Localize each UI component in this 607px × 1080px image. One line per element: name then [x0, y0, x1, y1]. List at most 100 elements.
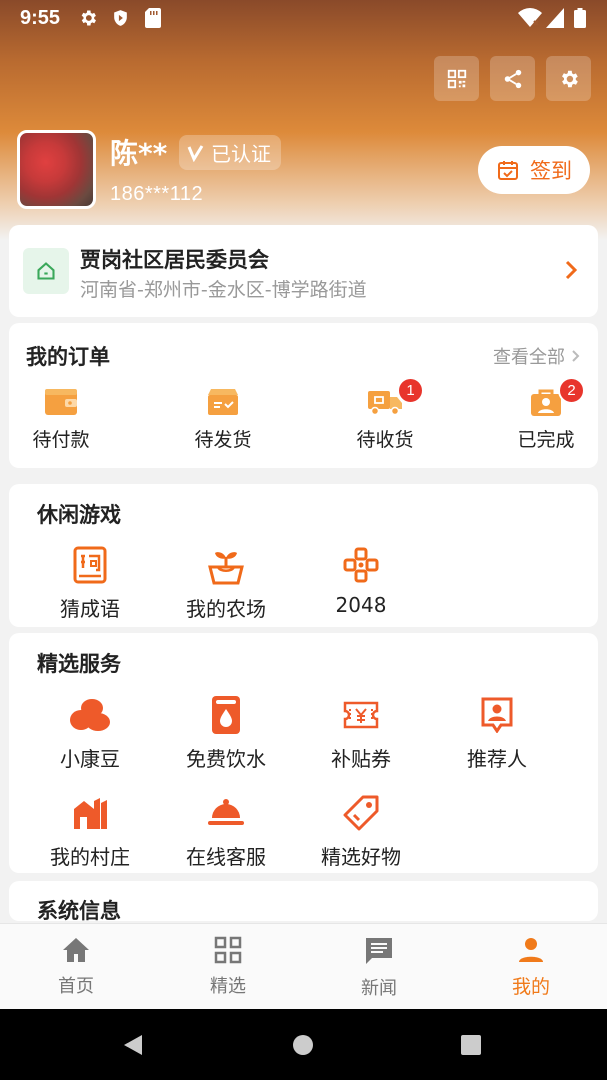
checkin-button[interactable]: 签到	[478, 146, 590, 194]
order-badge: 2	[558, 377, 585, 404]
water-dispenser-icon	[166, 695, 286, 735]
community-name: 贾岗社区居民委员会	[80, 248, 269, 272]
order-label: 待付款	[32, 429, 90, 451]
tab-label: 首页	[58, 976, 94, 997]
tag-icon	[301, 793, 421, 833]
coupon-icon	[301, 695, 421, 735]
service-online-support[interactable]: 在线客服	[166, 793, 286, 870]
view-all-label: 查看全部	[493, 347, 565, 368]
orders-title: 我的订单	[26, 345, 110, 369]
order-pending-payment[interactable]: 待付款	[1, 385, 121, 452]
idiom-book-icon	[30, 545, 150, 585]
back-icon[interactable]	[122, 1033, 146, 1057]
bottom-tab-bar: 首页 精选 新闻 我的	[0, 923, 607, 1009]
wifi-icon	[518, 8, 542, 33]
gamepad-icon	[301, 545, 421, 585]
home-nav-icon[interactable]	[292, 1034, 314, 1056]
community-address: 河南省-郑州市-金水区-博学路街道	[80, 279, 367, 301]
service-village[interactable]: 我的村庄	[30, 793, 150, 870]
service-free-water[interactable]: 免费饮水	[166, 695, 286, 772]
referrer-icon	[437, 695, 557, 735]
village-icon	[30, 793, 150, 833]
beans-icon	[30, 695, 150, 735]
order-label: 已完成	[517, 429, 575, 451]
status-bar: 9:55	[0, 0, 607, 36]
view-all-orders-link[interactable]: 查看全部	[493, 343, 580, 369]
share-icon	[504, 69, 521, 88]
farm-sprout-icon	[166, 545, 286, 585]
service-label: 推荐人	[467, 747, 527, 771]
header-actions	[434, 56, 591, 101]
service-label: 精选好物	[321, 845, 401, 869]
tab-label: 新闻	[361, 978, 397, 999]
service-referrer[interactable]: 推荐人	[437, 695, 557, 772]
game-idiom[interactable]: 猜成语	[30, 545, 150, 622]
shield-status-icon	[111, 8, 130, 33]
signal-icon	[546, 8, 564, 33]
qrcode-icon	[447, 69, 466, 88]
news-icon	[366, 938, 392, 964]
game-farm[interactable]: 我的农场	[166, 545, 286, 622]
tab-label: 我的	[511, 976, 550, 998]
order-badge: 1	[397, 377, 424, 404]
qrcode-button[interactable]	[434, 56, 479, 101]
game-label: 2048	[335, 593, 387, 617]
service-selected-goods[interactable]: 精选好物	[301, 793, 421, 870]
verified-label: 已认证	[211, 142, 271, 166]
community-card[interactable]: 贾岗社区居民委员会 河南省-郑州市-金水区-博学路街道	[9, 225, 598, 317]
share-button[interactable]	[490, 56, 535, 101]
order-pending-receipt[interactable]: 1 待收货	[325, 377, 445, 452]
service-label: 我的村庄	[50, 845, 130, 869]
sdcard-status-icon	[145, 8, 161, 33]
order-label: 待收货	[356, 429, 414, 451]
tab-selected[interactable]: 精选	[168, 936, 288, 998]
service-label: 补贴券	[331, 747, 391, 771]
status-time: 9:55	[20, 7, 61, 29]
service-coupon[interactable]: 补贴券	[301, 695, 421, 772]
services-card: 精选服务 小康豆 免费饮水 补贴券 推荐人 我的村庄 在线客服 精选好物	[9, 633, 598, 873]
chevron-right-icon	[564, 259, 578, 285]
system-info-title: 系统信息	[37, 899, 121, 921]
order-pending-shipment[interactable]: 待发货	[163, 385, 283, 452]
recents-icon[interactable]	[460, 1034, 482, 1056]
games-card: 休闲游戏 猜成语 我的农场 2048	[9, 484, 598, 627]
truck-icon: 1	[325, 377, 445, 419]
chevron-right-icon	[572, 350, 580, 362]
system-info-card: 系统信息	[9, 881, 598, 921]
battery-icon	[574, 8, 586, 33]
completed-icon: 2	[486, 377, 606, 419]
package-icon	[163, 385, 283, 419]
checkin-label: 签到	[530, 159, 572, 183]
home-icon	[63, 938, 89, 962]
tab-label: 精选	[210, 976, 246, 997]
game-label: 猜成语	[60, 597, 120, 621]
settings-button[interactable]	[546, 56, 591, 101]
system-navigation-bar	[0, 1009, 607, 1080]
user-phone: 186***112	[110, 183, 204, 205]
settings-status-icon	[78, 8, 98, 33]
avatar[interactable]	[17, 130, 96, 209]
verified-icon	[187, 144, 204, 162]
tab-home[interactable]: 首页	[16, 936, 136, 998]
gear-icon	[561, 70, 578, 87]
customer-service-icon	[166, 793, 286, 833]
wallet-icon	[1, 385, 121, 419]
calendar-check-icon	[498, 161, 518, 180]
grid-icon	[214, 936, 242, 964]
service-label: 免费饮水	[186, 747, 266, 771]
tab-news[interactable]: 新闻	[319, 936, 439, 1000]
service-label: 在线客服	[186, 845, 266, 869]
game-2048[interactable]: 2048	[301, 545, 421, 617]
service-label: 小康豆	[60, 747, 120, 771]
user-icon	[519, 938, 543, 962]
user-name: 陈**	[110, 137, 168, 170]
tab-mine[interactable]: 我的	[471, 936, 591, 999]
service-beans[interactable]: 小康豆	[30, 695, 150, 772]
order-completed[interactable]: 2 已完成	[486, 377, 606, 452]
game-label: 我的农场	[186, 597, 266, 621]
services-title: 精选服务	[37, 652, 121, 676]
verified-badge: 已认证	[179, 135, 281, 170]
orders-card: 我的订单 查看全部 待付款 待发货 1 待收货 2 已完成	[9, 323, 598, 468]
games-title: 休闲游戏	[37, 503, 121, 527]
order-label: 待发货	[194, 429, 252, 451]
